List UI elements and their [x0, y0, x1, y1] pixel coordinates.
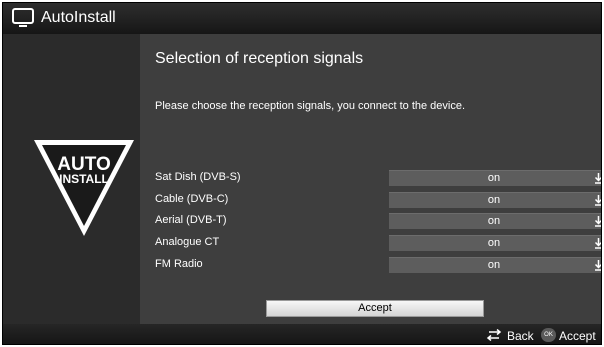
signal-row-analogue: Analogue CT on [155, 233, 601, 253]
dropdown-arrow-icon [594, 216, 601, 227]
app-title: AutoInstall [41, 9, 116, 26]
signal-row-sat: Sat Dish (DVB-S) on [155, 168, 601, 188]
aerial-select[interactable]: on [389, 213, 601, 229]
page-title: Selection of reception signals [155, 50, 364, 67]
tv-icon [12, 8, 34, 27]
instructions-text: Please choose the reception signals, you… [155, 100, 466, 112]
ok-icon[interactable]: OK [541, 328, 556, 342]
analogue-ct-select[interactable]: on [389, 235, 601, 251]
row-label: FM Radio [155, 258, 203, 270]
dropdown-arrow-icon [594, 173, 601, 184]
row-label: Aerial (DVB-T) [155, 214, 227, 226]
row-label: Sat Dish (DVB-S) [155, 171, 241, 183]
cable-select[interactable]: on [389, 192, 601, 208]
footer-bar: Back OK Accept [3, 324, 601, 344]
row-label: Cable (DVB-C) [155, 193, 229, 205]
logo-text-install: INSTALL [59, 172, 109, 186]
select-value: on [487, 194, 501, 206]
autoinstall-logo: AUTO INSTALL [34, 140, 134, 236]
signal-row-fm: FM Radio on [155, 255, 601, 275]
select-value: on [487, 215, 501, 227]
back-icon[interactable] [486, 329, 502, 341]
dropdown-arrow-icon [594, 260, 601, 271]
row-label: Analogue CT [155, 236, 220, 248]
left-panel: AUTO INSTALL [3, 34, 140, 324]
dropdown-arrow-icon [594, 238, 601, 249]
select-value: on [487, 172, 501, 184]
screen: AutoInstall AUTO INSTALL Selection of re… [2, 2, 602, 345]
header-bar: AutoInstall [3, 3, 601, 34]
accept-button[interactable]: Accept [266, 300, 484, 317]
back-label[interactable]: Back [507, 329, 534, 343]
fm-radio-select[interactable]: on [389, 257, 601, 273]
select-value: on [487, 237, 501, 249]
footer-accept-label[interactable]: Accept [559, 329, 596, 343]
select-value: on [487, 259, 501, 271]
signal-row-cable: Cable (DVB-C) on [155, 190, 601, 210]
main-content: Selection of reception signals Please ch… [140, 34, 601, 324]
sat-dish-select[interactable]: on [389, 170, 601, 186]
dropdown-arrow-icon [594, 195, 601, 206]
signal-row-aerial: Aerial (DVB-T) on [155, 211, 601, 231]
